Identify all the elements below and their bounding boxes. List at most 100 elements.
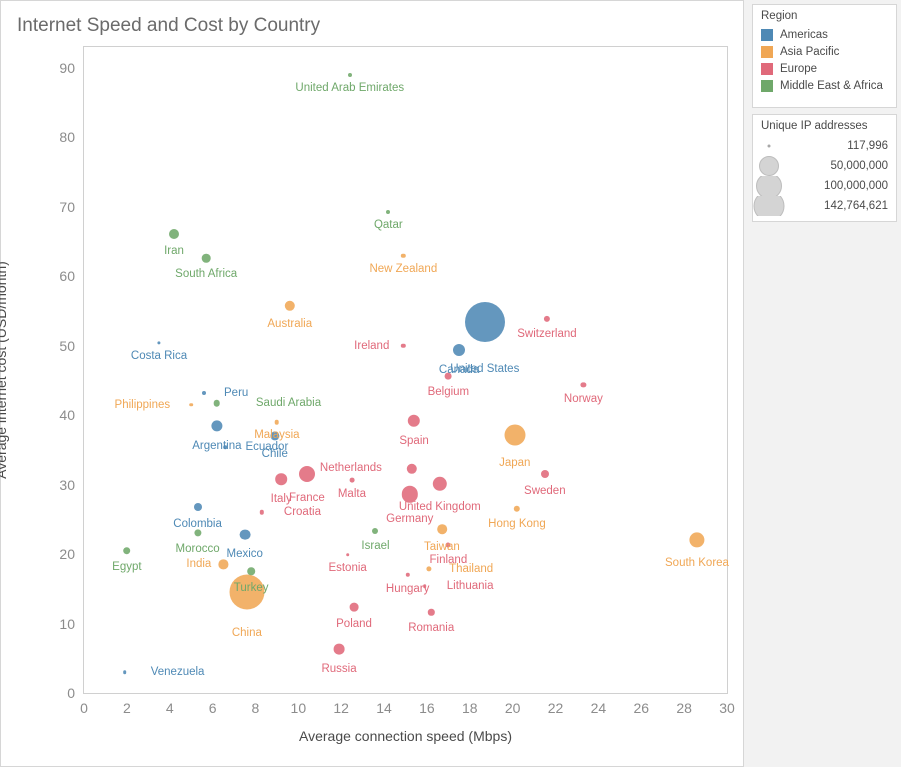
scatter-point[interactable] bbox=[202, 390, 207, 395]
scatter-point[interactable] bbox=[201, 253, 211, 263]
region-legend-rows: Americas Asia Pacific Europe Middle East & … bbox=[753, 26, 896, 94]
scatter-point[interactable] bbox=[689, 532, 705, 548]
x-tick-label: 12 bbox=[333, 700, 349, 716]
worksheet-panel: Internet Speed and Cost by Country Avera… bbox=[0, 0, 744, 767]
y-tick-label: 40 bbox=[59, 407, 75, 424]
scatter-point-label: Egypt bbox=[112, 561, 142, 574]
region-legend-item-3[interactable]: Middle East & Africa bbox=[753, 77, 896, 94]
x-axis-ticks: 0 2 4 6 8 10 12 14 16 18 20 22 24 26 28 30 bbox=[80, 700, 735, 720]
scatter-point[interactable] bbox=[213, 400, 221, 407]
scatter-point-label: Turkey bbox=[233, 582, 269, 595]
scatter-point-label: Sweden bbox=[524, 485, 566, 498]
scatter-point-label: Taiwan bbox=[424, 540, 460, 553]
scatter-point[interactable] bbox=[349, 602, 359, 612]
region-legend-item-1[interactable]: Asia Pacific bbox=[753, 43, 896, 60]
scatter-point[interactable] bbox=[259, 510, 265, 515]
size-legend-item-0[interactable]: 117,996 bbox=[753, 136, 896, 156]
scatter-point[interactable] bbox=[401, 253, 406, 259]
scatter-point-label: Ireland bbox=[354, 339, 390, 352]
scatter-point[interactable] bbox=[504, 424, 526, 446]
y-tick-label: 70 bbox=[59, 198, 75, 215]
scatter-point-label: Norway bbox=[563, 393, 603, 406]
color-swatch-icon bbox=[761, 62, 773, 75]
y-tick-label: 20 bbox=[59, 546, 75, 563]
scatter-point-label: South Korea bbox=[665, 556, 729, 569]
scatter-point[interactable] bbox=[239, 529, 251, 541]
scatter-point[interactable] bbox=[347, 72, 352, 77]
region-legend-label: Europe bbox=[780, 62, 818, 75]
region-legend-item-0[interactable]: Americas bbox=[753, 26, 896, 43]
scatter-point[interactable] bbox=[345, 552, 350, 557]
scatter-point[interactable] bbox=[169, 228, 180, 239]
scatter-point-label: Mexico bbox=[226, 548, 263, 561]
size-legend-label: 117,996 bbox=[847, 140, 888, 152]
scatter-point[interactable] bbox=[513, 505, 521, 513]
scatter-point-label: Switzerland bbox=[517, 327, 577, 340]
x-tick-label: 26 bbox=[633, 700, 650, 716]
scatter-point-label: Hungary bbox=[385, 583, 430, 596]
scatter-point-label: Malaysia bbox=[254, 429, 300, 442]
scatter-point[interactable] bbox=[157, 341, 161, 345]
scatter-point[interactable] bbox=[401, 343, 406, 348]
scatter-point[interactable] bbox=[406, 463, 418, 474]
scatter-point-label: Saudi Arabia bbox=[255, 397, 322, 410]
size-legend-item-2[interactable]: 100,000,000 bbox=[753, 176, 896, 196]
scatter-point[interactable] bbox=[193, 502, 202, 511]
y-tick-label: 30 bbox=[59, 476, 75, 493]
scatter-point-label: Russia bbox=[321, 662, 357, 675]
size-legend-item-1[interactable]: 50,000,000 bbox=[753, 156, 896, 176]
scatter-point-label: Israel bbox=[361, 540, 390, 553]
size-legend-label: 100,000,000 bbox=[824, 180, 888, 192]
scatter-point[interactable] bbox=[284, 300, 295, 312]
scatter-point[interactable] bbox=[386, 209, 391, 214]
scatter-point-label: India bbox=[186, 558, 212, 571]
scatter-point[interactable] bbox=[432, 476, 447, 492]
scatter-point[interactable] bbox=[407, 414, 421, 427]
scatter-point[interactable] bbox=[123, 546, 131, 555]
scatter-point[interactable] bbox=[540, 470, 549, 479]
x-tick-label: 18 bbox=[462, 700, 478, 716]
scatter-point[interactable] bbox=[426, 566, 432, 572]
scatter-plot-area: Costa Rica Philippines Ecuador Estonia Lithu… bbox=[84, 47, 729, 693]
scatter-point-label: Hong Kong bbox=[488, 518, 546, 531]
scatter-point[interactable] bbox=[349, 477, 355, 483]
scatter-point[interactable] bbox=[437, 524, 447, 534]
size-bubble-icon bbox=[759, 156, 779, 176]
scatter-point-label: France bbox=[289, 492, 325, 505]
scatter-point[interactable] bbox=[298, 466, 315, 483]
size-legend-label: 50,000,000 bbox=[830, 160, 888, 172]
x-tick-label: 4 bbox=[165, 700, 174, 716]
size-bubble-clip bbox=[753, 196, 815, 216]
scatter-point-label: Japan bbox=[499, 457, 531, 470]
size-legend-item-3[interactable]: 142,764,621 bbox=[753, 196, 896, 216]
scatter-point[interactable] bbox=[274, 419, 280, 425]
scatter-point[interactable] bbox=[275, 473, 287, 485]
scatter-point[interactable] bbox=[218, 559, 228, 570]
scatter-point[interactable] bbox=[543, 315, 551, 322]
color-swatch-icon bbox=[761, 28, 773, 41]
size-bubble-icon bbox=[767, 144, 771, 148]
scatter-point[interactable] bbox=[464, 302, 505, 343]
scatter-point-label: Lithuania bbox=[446, 580, 494, 593]
scatter-point[interactable] bbox=[580, 381, 586, 388]
scatter-point-label: Estonia bbox=[328, 561, 367, 574]
scatter-point[interactable] bbox=[333, 643, 345, 655]
scatter-point[interactable] bbox=[247, 567, 255, 576]
x-tick-label: 16 bbox=[419, 700, 435, 716]
size-bubble-icon bbox=[756, 176, 782, 196]
scatter-point[interactable] bbox=[405, 572, 410, 578]
scatter-point[interactable] bbox=[372, 528, 379, 535]
scatter-point-label: Argentina bbox=[192, 439, 242, 452]
scatter-point[interactable] bbox=[211, 420, 223, 432]
scatter-point[interactable] bbox=[428, 609, 435, 616]
x-tick-label: 20 bbox=[504, 700, 521, 716]
scatter-point-label: Peru bbox=[224, 386, 249, 399]
scatter-point[interactable] bbox=[122, 670, 127, 674]
scatter-point[interactable] bbox=[401, 486, 418, 503]
region-legend-item-2[interactable]: Europe bbox=[753, 60, 896, 77]
plot-frame: Costa Rica Philippines Ecuador Estonia Lithu… bbox=[83, 46, 729, 694]
scatter-point-label: Australia bbox=[267, 318, 313, 331]
scatter-point[interactable] bbox=[453, 343, 466, 356]
x-tick-label: 14 bbox=[376, 700, 392, 716]
scatter-point[interactable] bbox=[189, 402, 193, 407]
